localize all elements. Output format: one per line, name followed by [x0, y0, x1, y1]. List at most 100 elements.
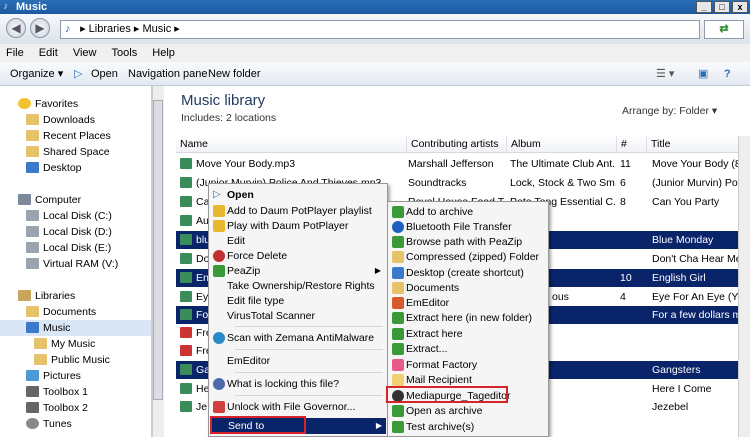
menu-separator: [235, 326, 383, 327]
arrange-by-dropdown[interactable]: Folder ▾: [679, 105, 717, 117]
mp3-file-icon: [180, 158, 192, 169]
address-bar[interactable]: ♪ ▸ Libraries ▸ Music ▸: [60, 20, 700, 39]
library-icon: [18, 290, 31, 301]
submenu-arrow-icon: ▶: [374, 266, 381, 275]
table-row[interactable]: Move Your Body.mp3 Marshall Jefferson The …: [176, 155, 740, 173]
arrange-by: Arrange by: Folder ▾: [622, 105, 718, 117]
new-folder-button[interactable]: New folder: [208, 62, 261, 86]
peazip-icon: [392, 312, 404, 324]
drive-icon: [26, 226, 39, 237]
column-name[interactable]: Name: [176, 136, 406, 153]
menu-peazip[interactable]: PeaZip ▶: [211, 263, 385, 279]
highlight-box: [210, 416, 306, 434]
nav-favorites[interactable]: Favorites: [18, 96, 78, 112]
mp3-file-icon: [180, 177, 192, 188]
refresh-button[interactable]: ⇄: [704, 20, 744, 39]
nav-recent-places[interactable]: Recent Places: [26, 128, 111, 144]
nav-computer[interactable]: Computer: [18, 192, 81, 208]
column-track-number[interactable]: #: [616, 136, 646, 153]
menu-tools[interactable]: Tools: [106, 44, 144, 62]
open-button[interactable]: Open: [91, 62, 118, 86]
toolbox-icon: [26, 402, 39, 413]
mp3-file-icon: [180, 234, 192, 245]
nav-pictures[interactable]: Pictures: [26, 368, 81, 384]
menu-help[interactable]: Help: [146, 44, 181, 62]
nav-downloads[interactable]: Downloads: [26, 112, 95, 128]
breadcrumb-libraries[interactable]: Libraries: [89, 23, 131, 35]
maximize-button[interactable]: □: [714, 1, 730, 13]
nav-toolbox-2[interactable]: Toolbox 2: [26, 400, 88, 416]
peazip-icon: [213, 265, 225, 277]
column-contributing-artists[interactable]: Contributing artists: [406, 136, 506, 153]
zemana-icon: [213, 332, 225, 344]
column-album[interactable]: Album: [506, 136, 616, 153]
zip-folder-icon: [392, 251, 404, 263]
play-icon: ▷: [74, 68, 83, 80]
organize-button[interactable]: Organize ▾: [10, 62, 63, 86]
preview-pane-icon[interactable]: ▣: [698, 62, 708, 86]
help-icon[interactable]: ?: [724, 62, 731, 86]
nav-libraries[interactable]: Libraries: [18, 288, 75, 304]
bluetooth-icon: [392, 221, 404, 233]
menu-file[interactable]: File: [0, 44, 30, 62]
nav-local-disk-d[interactable]: Local Disk (D:): [26, 224, 112, 240]
library-includes: Includes: 2 locations: [181, 112, 277, 124]
headphones-icon: [26, 418, 39, 429]
nav-my-music[interactable]: My Music: [34, 336, 95, 352]
desktop-icon: [392, 267, 404, 279]
peazip-icon: [392, 405, 404, 417]
nav-music[interactable]: Music: [0, 320, 151, 336]
nav-public-music[interactable]: Public Music: [34, 352, 110, 368]
mp3-file-icon: [180, 309, 192, 320]
question-icon: [213, 378, 225, 390]
nav-desktop[interactable]: Desktop: [26, 160, 82, 176]
navigation-pane: Favorites Downloads Recent Places Shared…: [0, 86, 152, 437]
highlight-box: [386, 386, 508, 403]
nav-toolbox-1[interactable]: Toolbox 1: [26, 384, 88, 400]
minimize-button[interactable]: _: [696, 1, 712, 13]
menu-bar: File Edit View Tools Help: [0, 44, 750, 62]
peazip-icon: [392, 236, 404, 248]
context-menu: ▷ Open Add to Daum PotPlayer playlist Pla…: [208, 183, 388, 437]
potplayer-icon: [213, 205, 225, 217]
music-icon: [26, 322, 39, 333]
mp3-file-icon: [180, 253, 192, 264]
mp3-file-icon: [180, 364, 192, 375]
view-options-icon[interactable]: ☰ ▾: [656, 62, 674, 86]
peazip-icon: [392, 343, 404, 355]
menu-edit[interactable]: Edit: [33, 44, 64, 62]
mp3-file-icon: [180, 196, 192, 207]
menu-view[interactable]: View: [67, 44, 103, 62]
breadcrumb-music[interactable]: Music: [142, 23, 171, 35]
desktop-icon: [26, 162, 39, 173]
emeditor-icon: [392, 297, 404, 309]
mp3-file-icon: [180, 383, 192, 394]
file-list-scrollbar[interactable]: [738, 136, 750, 437]
locations-link[interactable]: 2 locations: [226, 112, 276, 124]
nav-tunes[interactable]: Tunes: [26, 416, 72, 432]
folder-icon: [34, 354, 47, 365]
drive-icon: [26, 242, 39, 253]
back-button[interactable]: ◀: [6, 18, 26, 38]
library-title: Music library: [181, 92, 266, 109]
delete-icon: [213, 250, 225, 262]
nav-shared-space[interactable]: Shared Space: [26, 144, 110, 160]
sidebar-scrollbar-thumb[interactable]: [153, 100, 163, 400]
column-title[interactable]: Title: [646, 136, 740, 153]
nav-documents[interactable]: Documents: [26, 304, 96, 320]
column-headers: Name Contributing artists Album # Title: [176, 136, 740, 153]
forward-button[interactable]: ▶: [30, 18, 50, 38]
nav-virtual-ram[interactable]: Virtual RAM (V:): [26, 256, 118, 272]
potplayer-icon: [213, 220, 225, 232]
nav-local-disk-c[interactable]: Local Disk (C:): [26, 208, 112, 224]
title-bar: ♪ Music _ □ x: [0, 0, 750, 14]
video-file-icon: [180, 327, 192, 338]
nav-local-disk-e[interactable]: Local Disk (E:): [26, 240, 111, 256]
video-file-icon: [180, 345, 192, 356]
music-note-icon: ♪: [3, 1, 8, 12]
window-title: Music: [16, 1, 48, 13]
mp3-file-icon: [180, 401, 192, 412]
navigation-pane-button[interactable]: Navigation pane: [128, 62, 208, 86]
pictures-icon: [26, 370, 39, 381]
close-button[interactable]: x: [732, 1, 748, 13]
